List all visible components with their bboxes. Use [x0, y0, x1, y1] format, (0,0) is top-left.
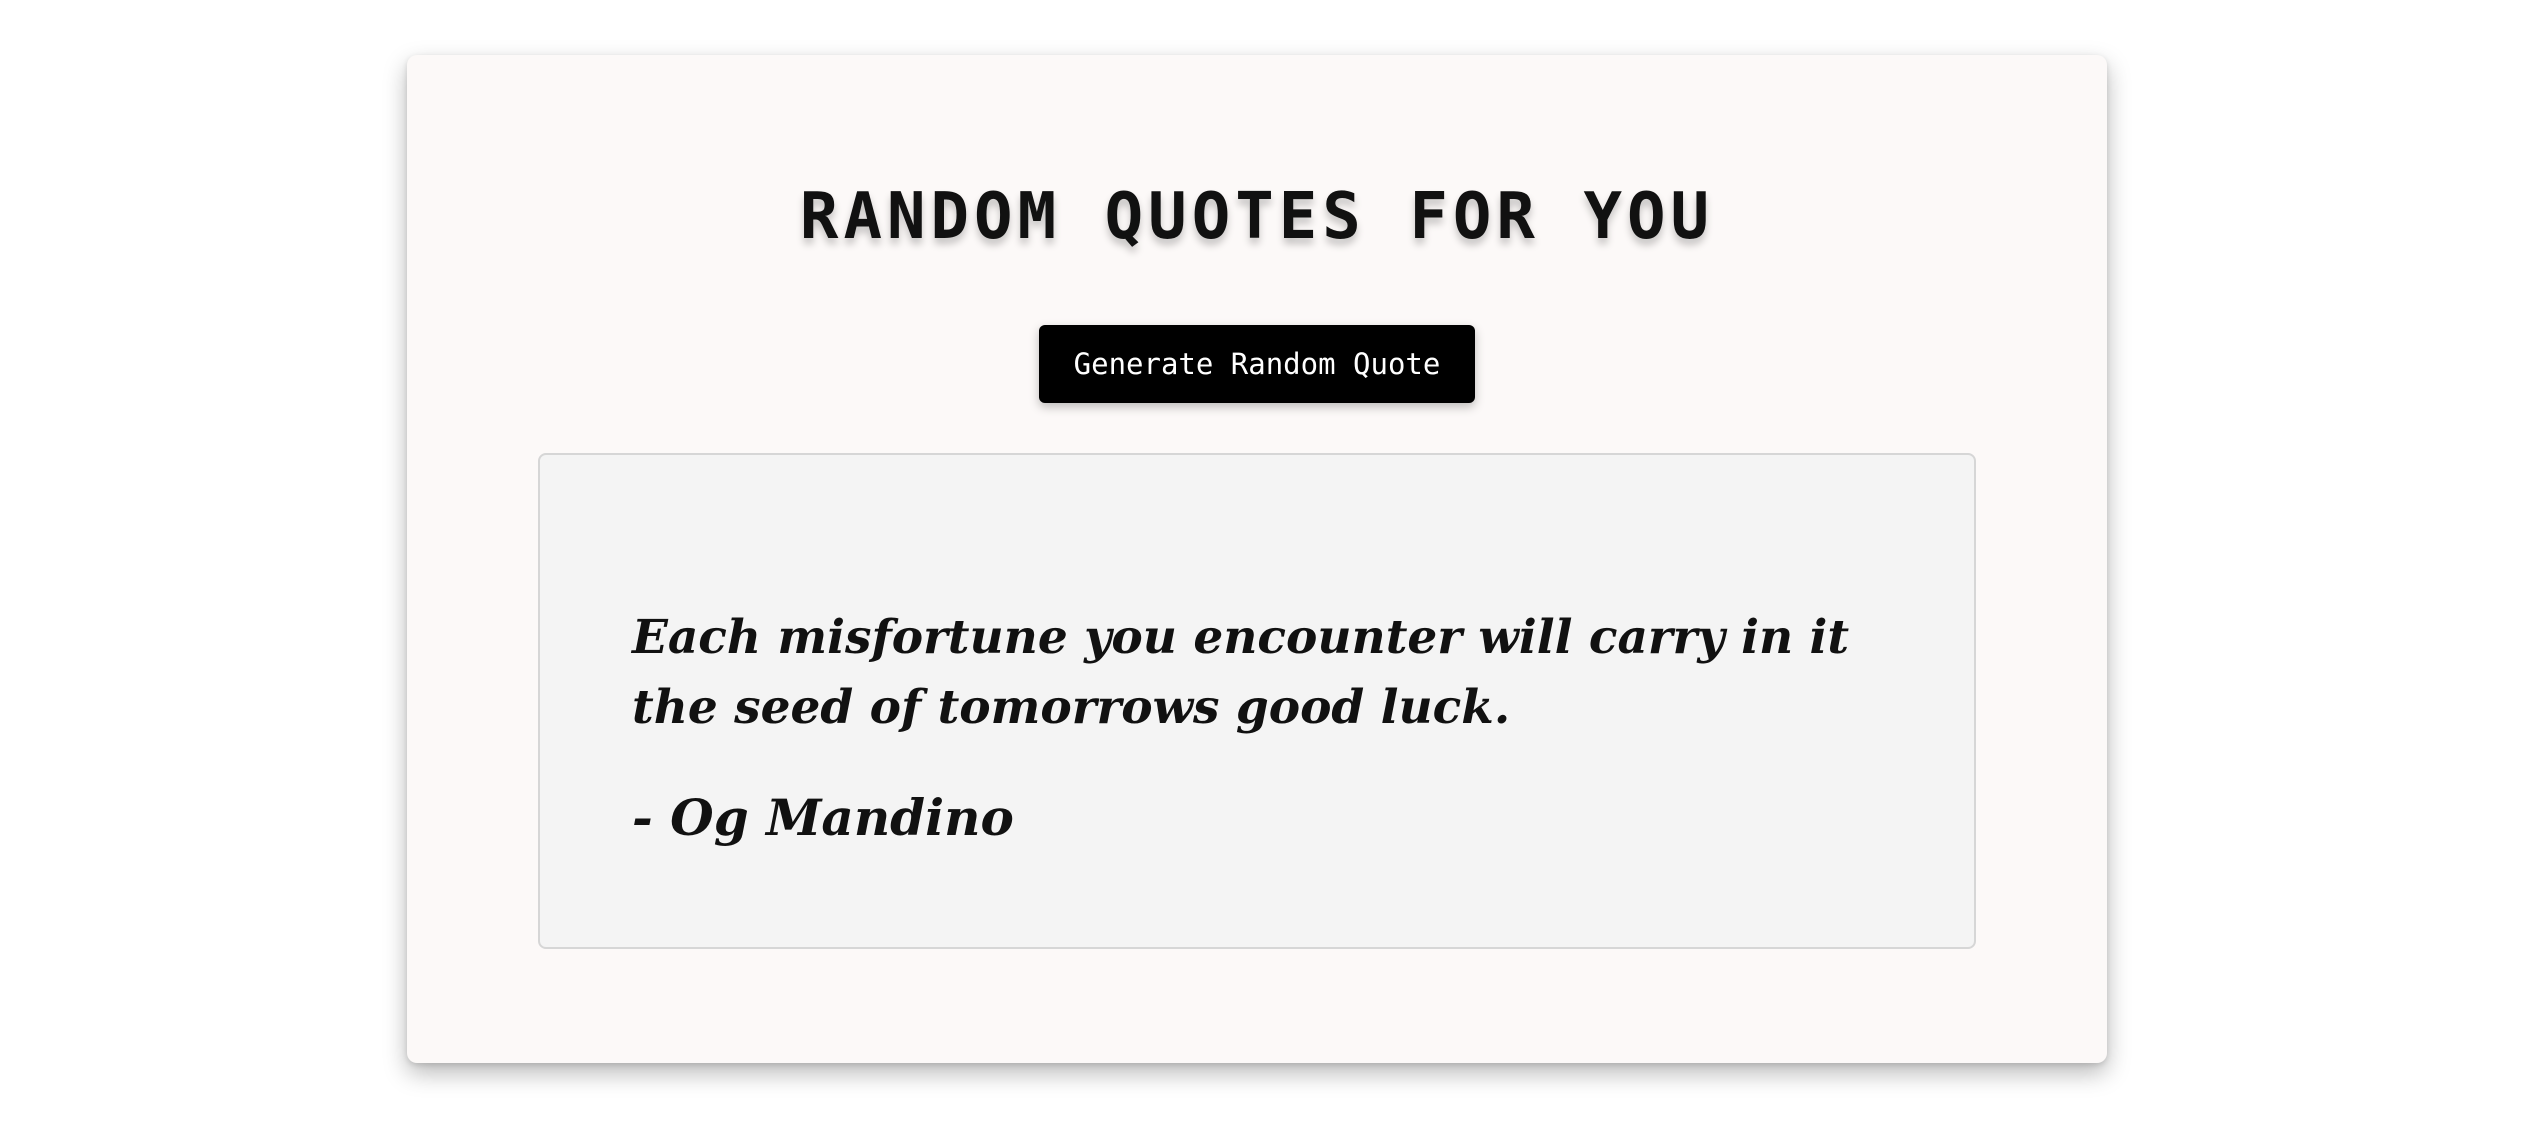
generate-quote-button[interactable]: Generate Random Quote [1039, 325, 1475, 403]
quote-text: Each misfortune you encounter will carry… [632, 610, 1850, 735]
quote-card: RANDOM QUOTES FOR YOU Generate Random Qu… [407, 55, 2107, 1063]
quote-author: - Og Mandino [632, 788, 1014, 847]
quote-box: Each misfortune you encounter will carry… [538, 453, 1976, 949]
page-title: RANDOM QUOTES FOR YOU [799, 180, 1715, 254]
